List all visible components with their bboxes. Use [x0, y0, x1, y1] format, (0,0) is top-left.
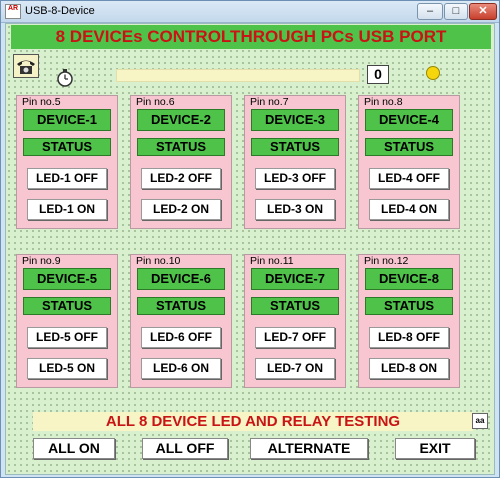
device-panel-4: Pin no.8 DEVICE-4 STATUS LED-4 OFF LED-4…	[358, 95, 460, 229]
device-panel-6: Pin no.10 DEVICE-6 STATUS LED-6 OFF LED-…	[130, 254, 232, 388]
device-7-button[interactable]: DEVICE-7	[251, 268, 339, 290]
device-panel-2: Pin no.6 DEVICE-2 STATUS LED-2 OFF LED-2…	[130, 95, 232, 229]
status-4-button[interactable]: STATUS	[365, 138, 453, 156]
app-icon: AR	[5, 4, 21, 19]
maximize-button[interactable]: □	[444, 3, 468, 20]
led-3-off-button[interactable]: LED-3 OFF	[255, 168, 335, 189]
pin-label: Pin no.6	[134, 96, 177, 108]
led-7-on-button[interactable]: LED-7 ON	[255, 358, 335, 379]
device-panel-8: Pin no.12 DEVICE-8 STATUS LED-8 OFF LED-…	[358, 254, 460, 388]
all-on-button[interactable]: ALL ON	[33, 438, 115, 459]
pin-label: Pin no.11	[248, 255, 296, 267]
status-8-button[interactable]: STATUS	[365, 297, 453, 315]
led-1-on-button[interactable]: LED-1 ON	[27, 199, 107, 220]
title-bar[interactable]: AR USB-8-Device – □ ✕	[1, 1, 499, 23]
window-title: USB-8-Device	[25, 5, 95, 17]
device-4-button[interactable]: DEVICE-4	[365, 109, 453, 131]
led-8-on-button[interactable]: LED-8 ON	[369, 358, 449, 379]
device-8-button[interactable]: DEVICE-8	[365, 268, 453, 290]
status-5-button[interactable]: STATUS	[23, 297, 111, 315]
phone-icon[interactable]	[13, 54, 39, 78]
led-6-on-button[interactable]: LED-6 ON	[141, 358, 221, 379]
led-indicator-icon	[426, 66, 440, 80]
status-3-button[interactable]: STATUS	[251, 138, 339, 156]
status-2-button[interactable]: STATUS	[137, 138, 225, 156]
status-display	[116, 69, 360, 82]
all-off-button[interactable]: ALL OFF	[142, 438, 228, 459]
pin-label: Pin no.8	[362, 96, 405, 108]
exit-button[interactable]: EXIT	[395, 438, 475, 459]
page-title: 8 DEVICEs CONTROLTHROUGH PCs USB PORT	[11, 25, 491, 49]
led-5-off-button[interactable]: LED-5 OFF	[27, 327, 107, 348]
device-5-button[interactable]: DEVICE-5	[23, 268, 111, 290]
device-panel-1: Pin no.5 DEVICE-1 STATUS LED-1 OFF LED-1…	[16, 95, 118, 229]
close-button[interactable]: ✕	[469, 3, 497, 20]
led-2-off-button[interactable]: LED-2 OFF	[141, 168, 221, 189]
pin-label: Pin no.10	[134, 255, 183, 267]
app-window: AR USB-8-Device – □ ✕ 8 DEVICEs CONTROLT…	[0, 0, 500, 478]
stopwatch-icon	[55, 68, 75, 88]
device-1-button[interactable]: DEVICE-1	[23, 109, 111, 131]
test-banner: ALL 8 DEVICE LED AND RELAY TESTING	[33, 412, 473, 431]
form-area: 8 DEVICEs CONTROLTHROUGH PCs USB PORT 0 …	[5, 23, 495, 475]
device-panel-3: Pin no.7 DEVICE-3 STATUS LED-3 OFF LED-3…	[244, 95, 346, 229]
status-1-button[interactable]: STATUS	[23, 138, 111, 156]
led-7-off-button[interactable]: LED-7 OFF	[255, 327, 335, 348]
pin-label: Pin no.9	[20, 255, 63, 267]
device-2-button[interactable]: DEVICE-2	[137, 109, 225, 131]
led-8-off-button[interactable]: LED-8 OFF	[369, 327, 449, 348]
status-6-button[interactable]: STATUS	[137, 297, 225, 315]
alternate-button[interactable]: ALTERNATE	[250, 438, 368, 459]
device-3-button[interactable]: DEVICE-3	[251, 109, 339, 131]
led-4-off-button[interactable]: LED-4 OFF	[369, 168, 449, 189]
led-2-on-button[interactable]: LED-2 ON	[141, 199, 221, 220]
pin-label: Pin no.12	[362, 255, 411, 267]
led-4-on-button[interactable]: LED-4 ON	[369, 199, 449, 220]
led-6-off-button[interactable]: LED-6 OFF	[141, 327, 221, 348]
pin-label: Pin no.7	[248, 96, 291, 108]
minimize-button[interactable]: –	[417, 3, 443, 20]
counter-field: 0	[367, 65, 389, 84]
pin-label: Pin no.5	[20, 96, 63, 108]
font-icon[interactable]: aa	[472, 413, 488, 429]
device-panel-7: Pin no.11 DEVICE-7 STATUS LED-7 OFF LED-…	[244, 254, 346, 388]
led-3-on-button[interactable]: LED-3 ON	[255, 199, 335, 220]
device-panel-5: Pin no.9 DEVICE-5 STATUS LED-5 OFF LED-5…	[16, 254, 118, 388]
status-7-button[interactable]: STATUS	[251, 297, 339, 315]
led-1-off-button[interactable]: LED-1 OFF	[27, 168, 107, 189]
led-5-on-button[interactable]: LED-5 ON	[27, 358, 107, 379]
device-6-button[interactable]: DEVICE-6	[137, 268, 225, 290]
